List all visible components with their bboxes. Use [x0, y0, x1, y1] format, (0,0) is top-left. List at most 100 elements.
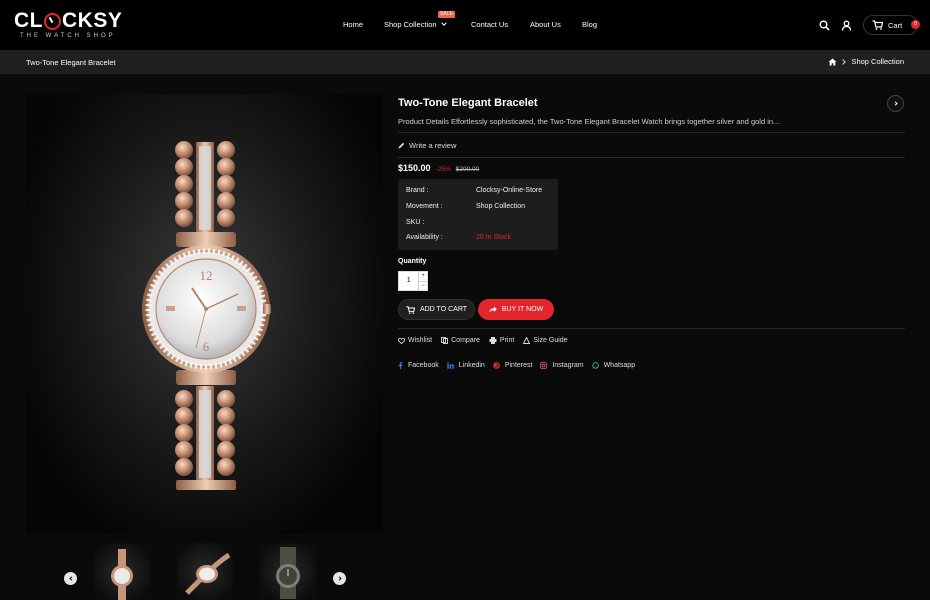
- product-meta-table: Brand : Clocksy-Online-Store Movement : …: [398, 179, 558, 250]
- quantity-decrease-button[interactable]: −: [419, 280, 427, 291]
- nav-blog[interactable]: Blog: [582, 20, 597, 29]
- share-instagram[interactable]: Instagram: [540, 362, 584, 369]
- quantity-label: Quantity: [398, 258, 427, 265]
- next-product-button[interactable]: [887, 95, 904, 112]
- cart-icon: [406, 305, 415, 314]
- breadcrumb-link-shop[interactable]: Shop Collection: [851, 57, 904, 66]
- whatsapp-label: Whatsapp: [603, 362, 636, 369]
- cart-count-badge: 0: [911, 20, 920, 29]
- compare-button[interactable]: Compare: [441, 337, 480, 344]
- facebook-label: Facebook: [408, 362, 439, 369]
- social-share: Facebook Linkedin Pinterest Instagram Wh…: [398, 362, 643, 369]
- page-title: Two-Tone Elegant Bracelet: [26, 58, 116, 67]
- cart-icon: [872, 20, 883, 30]
- chevron-down-icon: [440, 20, 447, 26]
- price-row: $150.00 -25% $200.00: [398, 163, 479, 173]
- logo-tagline: THE WATCH SHOP: [20, 33, 116, 39]
- whatsapp-icon: [591, 362, 599, 369]
- discount-badge: -25%: [435, 166, 451, 173]
- logo-clock-icon: [44, 12, 61, 30]
- compare-label: Compare: [451, 337, 480, 344]
- write-review-label: Write a review: [409, 141, 457, 150]
- meta-key-movement: Movement :: [406, 203, 443, 210]
- meta-value-movement[interactable]: Shop Collection: [476, 203, 525, 210]
- printer-icon: [489, 337, 497, 344]
- linkedin-label: Linkedin: [458, 362, 485, 369]
- sale-badge: SALE: [438, 11, 455, 18]
- watch-illustration: 12 6: [142, 141, 271, 490]
- quantity-increase-button[interactable]: +: [419, 272, 427, 281]
- divider: [398, 157, 905, 158]
- divider: [398, 328, 905, 329]
- meta-key-sku: SKU :: [406, 219, 425, 226]
- site-header: CL CKSY THE WATCH SHOP Home Shop Collecti…: [0, 0, 930, 50]
- wishlist-label: Wishlist: [408, 337, 433, 344]
- add-to-cart-button[interactable]: ADD TO CART: [398, 299, 475, 320]
- old-price: $200.00: [455, 166, 480, 173]
- chevron-left-icon: [68, 576, 74, 581]
- nav-contact-us[interactable]: Contact Us: [471, 20, 508, 29]
- carousel-prev-button[interactable]: [64, 572, 77, 585]
- share-linkedin[interactable]: Linkedin: [446, 362, 485, 369]
- print-button[interactable]: Print: [489, 337, 514, 344]
- quantity-stepper: 1 + −: [398, 271, 428, 291]
- pencil-icon: [398, 142, 405, 149]
- instagram-label: Instagram: [552, 362, 584, 369]
- carousel-next-button[interactable]: [333, 572, 346, 585]
- write-review-link[interactable]: Write a review: [398, 141, 456, 150]
- logo-text-right: CKSY: [62, 9, 123, 32]
- nav-shop-collection[interactable]: Shop Collection SALE: [384, 11, 455, 29]
- buy-now-button[interactable]: BUY IT NOW: [478, 299, 554, 320]
- home-icon[interactable]: [828, 58, 837, 66]
- share-pinterest[interactable]: Pinterest: [493, 362, 533, 369]
- thumbnail-carousel: [26, 543, 383, 600]
- pinterest-icon: [493, 362, 500, 369]
- thumbnail-2[interactable]: [177, 543, 233, 600]
- pinterest-label: Pinterest: [504, 362, 533, 369]
- quantity-steps: + −: [418, 272, 427, 290]
- chevron-right-icon: [892, 101, 898, 106]
- size-guide-label: Size Guide: [533, 337, 568, 344]
- compare-icon: [441, 337, 449, 344]
- chevron-right-icon: [840, 58, 847, 65]
- user-icon[interactable]: [835, 14, 857, 36]
- share-whatsapp[interactable]: Whatsapp: [591, 362, 636, 369]
- svg-text:12: 12: [200, 268, 213, 283]
- meta-key-brand: Brand :: [406, 187, 429, 194]
- ruler-icon: [523, 337, 531, 344]
- size-guide-button[interactable]: Size Guide: [523, 337, 568, 344]
- nav-home-label: Home: [343, 20, 364, 29]
- facebook-icon: [398, 362, 403, 369]
- nav-about-us[interactable]: About Us: [530, 20, 561, 29]
- thumbnail-3[interactable]: [260, 543, 316, 600]
- meta-value-brand[interactable]: Clocksy-Online-Store: [476, 187, 542, 194]
- share-facebook[interactable]: Facebook: [398, 362, 439, 369]
- nav-about-label: About Us: [530, 20, 561, 29]
- chevron-right-icon: [336, 576, 342, 581]
- cart-button[interactable]: Cart 0: [863, 15, 920, 35]
- header-actions: Cart 0: [813, 14, 920, 36]
- breadcrumb-trail: Shop Collection: [828, 57, 904, 66]
- meta-key-availability: Availability :: [406, 234, 443, 241]
- thumbnail-1[interactable]: [94, 543, 150, 600]
- nav-shop-label: Shop Collection: [384, 20, 437, 29]
- instagram-icon: [540, 362, 548, 369]
- meta-value-availability: 20 In Stock: [476, 234, 512, 241]
- product-main-image[interactable]: 12 6: [26, 94, 383, 534]
- print-label: Print: [499, 337, 515, 344]
- quantity-input[interactable]: 1: [399, 272, 418, 290]
- heart-icon: [398, 337, 405, 344]
- thumbnail-watch-image: [185, 552, 231, 595]
- thumbnail-watch-image: [111, 549, 133, 600]
- product-title: Two-Tone Elegant Bracelet: [398, 97, 538, 109]
- nav-home[interactable]: Home: [343, 20, 363, 29]
- buy-now-label: BUY IT NOW: [501, 306, 544, 313]
- search-icon[interactable]: [813, 14, 835, 36]
- linkedin-icon: [446, 362, 454, 369]
- logo-text-left: CL: [14, 9, 43, 32]
- site-logo[interactable]: CL CKSY THE WATCH SHOP: [14, 10, 124, 40]
- wishlist-button[interactable]: Wishlist: [398, 337, 432, 344]
- share-arrow-icon: [489, 306, 497, 313]
- thumbnail-watch-image: [276, 547, 300, 599]
- breadcrumb: Two-Tone Elegant Bracelet Shop Collectio…: [0, 50, 930, 74]
